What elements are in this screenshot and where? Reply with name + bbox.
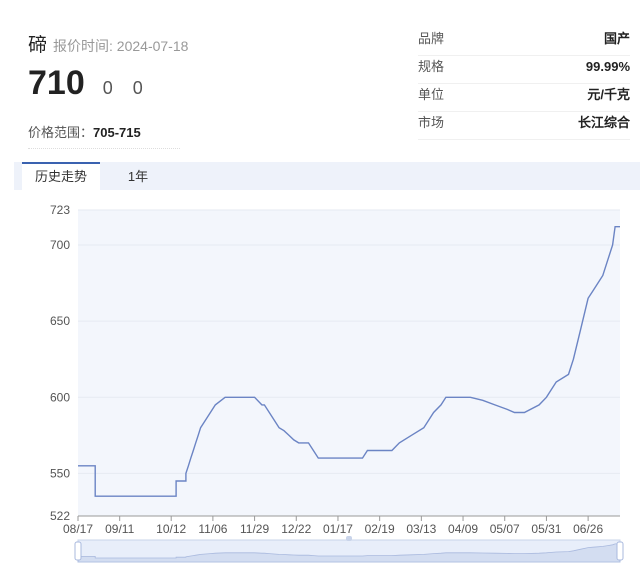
x-tick-label: 06/26 bbox=[573, 522, 603, 536]
y-tick-label: 723 bbox=[50, 203, 70, 217]
spec-label: 规格 bbox=[418, 59, 445, 74]
x-tick-label: 12/22 bbox=[281, 522, 311, 536]
quote-date: 报价时间: 2024-07-18 bbox=[53, 38, 189, 54]
price-row: 710 0 0 bbox=[28, 64, 143, 103]
plot-area bbox=[78, 210, 620, 516]
tab-history[interactable]: 历史走势 bbox=[22, 162, 100, 192]
chart-tabbar: 历史走势 1年 bbox=[14, 162, 640, 192]
zoom-handle-left[interactable] bbox=[74, 541, 82, 561]
zoom-drag-grip[interactable] bbox=[346, 536, 352, 541]
y-tick-label: 700 bbox=[50, 238, 70, 252]
x-tick-label: 11/29 bbox=[240, 522, 269, 536]
x-tick-label: 05/31 bbox=[531, 522, 561, 536]
spec-row-unit: 单位 元/千克 bbox=[418, 84, 630, 112]
price-history-chart: 522 550 600 650 700 723 08/17 09/11 10/12 11/06 11… bbox=[50, 203, 624, 563]
price-range-value: 705-715 bbox=[93, 125, 141, 140]
spec-value: 99.99% bbox=[585, 59, 630, 74]
spec-row-market: 市场 长江综合 bbox=[418, 112, 630, 140]
spec-label: 单位 bbox=[418, 87, 445, 102]
spec-row-brand: 品牌 国产 bbox=[418, 28, 630, 56]
price-range-label: 价格范围： bbox=[28, 125, 94, 140]
x-tick-label: 10/12 bbox=[156, 522, 186, 536]
price-range: 价格范围：705-715 bbox=[28, 122, 141, 141]
x-tick-label: 02/19 bbox=[365, 522, 395, 536]
x-tick-label: 04/09 bbox=[448, 522, 478, 536]
y-tick-label: 600 bbox=[50, 390, 70, 404]
y-tick-label: 522 bbox=[50, 509, 70, 523]
price-header: 碲 报价时间: 2024-07-18 710 0 0 价格范围：705-715 … bbox=[0, 0, 640, 160]
spec-value: 国产 bbox=[603, 31, 630, 46]
x-tick-label: 08/17 bbox=[63, 522, 93, 536]
tab-1-year[interactable]: 1年 bbox=[118, 162, 158, 190]
y-tick-label: 650 bbox=[50, 314, 70, 328]
y-tick-label: 550 bbox=[50, 466, 70, 480]
spec-value: 长江综合 bbox=[577, 115, 630, 130]
x-tick-label: 01/17 bbox=[323, 522, 353, 536]
product-name: 碲 bbox=[28, 35, 48, 56]
spec-row-spec: 规格 99.99% bbox=[418, 56, 630, 84]
current-price: 710 bbox=[28, 64, 85, 102]
spec-label: 品牌 bbox=[418, 31, 445, 46]
spec-label: 市场 bbox=[418, 115, 445, 130]
divider bbox=[28, 148, 180, 149]
x-tick-label: 09/11 bbox=[105, 522, 134, 536]
zoom-handle-right[interactable] bbox=[616, 541, 624, 561]
x-tick-label: 11/06 bbox=[198, 522, 227, 536]
price-change: 0 bbox=[102, 78, 113, 98]
price-change-pct: 0 bbox=[132, 78, 143, 98]
title-row: 碲 报价时间: 2024-07-18 bbox=[28, 30, 188, 57]
spec-value: 元/千克 bbox=[587, 87, 630, 102]
x-tick-label: 03/13 bbox=[406, 522, 436, 536]
x-tick-label: 05/07 bbox=[490, 522, 520, 536]
spec-table: 品牌 国产 规格 99.99% 单位 元/千克 市场 长江综合 bbox=[418, 28, 630, 140]
